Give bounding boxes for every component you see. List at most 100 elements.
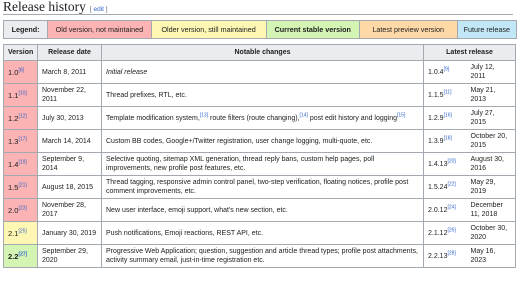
reference-link[interactable]: [11] bbox=[444, 89, 452, 95]
version-cell: 1.3[17] bbox=[3, 129, 38, 153]
section-heading: Release history [ edit ] bbox=[3, 0, 513, 15]
reference-link[interactable]: [20] bbox=[447, 158, 455, 164]
legend-old-version: Old version, not maintained bbox=[47, 20, 152, 39]
latest-release-date-cell: July 27, 2015 bbox=[466, 106, 517, 130]
release-date-cell: July 30, 2013 bbox=[37, 106, 102, 130]
legend-label: Legend: bbox=[2, 20, 49, 39]
latest-version-cell: 1.0.4[9] bbox=[423, 60, 467, 84]
release-date-cell: November 22, 2011 bbox=[37, 83, 102, 107]
latest-version-number: 2.1.12 bbox=[428, 229, 448, 237]
version-cell: 1.2[12] bbox=[3, 106, 38, 130]
latest-version-number: 2.0.12 bbox=[428, 206, 448, 214]
reference-link[interactable]: [17] bbox=[18, 136, 26, 142]
latest-version-number: 1.2.9 bbox=[428, 114, 444, 122]
version-number: 2.1 bbox=[8, 228, 19, 238]
latest-release-date-cell: July 12, 2011 bbox=[466, 60, 517, 84]
changes-text: route filters (route changing), bbox=[208, 114, 300, 122]
table-row: 1.3[17] March 14, 2014 Custom BB codes, Go… bbox=[3, 129, 517, 153]
reference-link[interactable]: [23] bbox=[18, 205, 26, 211]
reference-link[interactable]: [26] bbox=[447, 227, 455, 233]
latest-version-cell: 2.1.12[26] bbox=[423, 221, 467, 245]
changes-text: New user interface, emoji support, what'… bbox=[106, 206, 288, 214]
latest-version-cell: 1.4.13[20] bbox=[423, 152, 467, 176]
reference-link[interactable]: [21] bbox=[18, 182, 26, 188]
notable-changes-cell: Initial release bbox=[101, 60, 424, 84]
table-row: 1.2[12] July 30, 2013 Template modificatio… bbox=[3, 106, 517, 130]
reference-link[interactable]: [15] bbox=[397, 112, 405, 118]
release-history-section: Release history [ edit ] Legend: Old ver… bbox=[0, 0, 517, 300]
reference-link[interactable]: [28] bbox=[447, 250, 455, 256]
release-date-cell: January 30, 2019 bbox=[37, 221, 102, 245]
table-row: 1.5[21] August 18, 2015 Thread tagging, re… bbox=[3, 175, 517, 199]
notable-changes-cell: Custom BB codes, Google+/Twitter registr… bbox=[101, 129, 424, 153]
version-number: 1.3 bbox=[8, 136, 19, 146]
legend-table: Legend: Old version, not maintained Olde… bbox=[2, 20, 517, 39]
header-release-date: Release date bbox=[37, 44, 102, 61]
latest-version-number: 1.3.9 bbox=[428, 137, 444, 145]
table-row: 2.1[25] January 30, 2019 Push notification… bbox=[3, 221, 517, 245]
latest-version-cell: 2.0.12[24] bbox=[423, 198, 467, 222]
latest-version-number: 1.0.4 bbox=[428, 68, 444, 76]
release-date-cell: November 28, 2017 bbox=[37, 198, 102, 222]
changes-text: Thread tagging, responsive admin control… bbox=[106, 179, 409, 195]
version-cell: 1.0[8] bbox=[3, 60, 38, 84]
table-row: 2.2[27] September 29, 2020 Progressive Web… bbox=[3, 244, 517, 268]
version-cell: 2.1[25] bbox=[3, 221, 38, 245]
notable-changes-cell: Progressive Web Application; question, s… bbox=[101, 244, 424, 268]
latest-version-cell: 2.2.13[28] bbox=[423, 244, 467, 268]
reference-link[interactable]: [8] bbox=[18, 67, 24, 73]
latest-version-number: 1.4.13 bbox=[428, 160, 448, 168]
reference-link[interactable]: [22] bbox=[447, 181, 455, 187]
reference-link[interactable]: [14] bbox=[300, 112, 308, 118]
latest-version-cell: 1.1.5[11] bbox=[423, 83, 467, 107]
legend-current-stable: Current stable version bbox=[265, 20, 360, 39]
section-title: Release history bbox=[3, 0, 86, 14]
notable-changes-cell: Push notifications, Emoji reactions, RES… bbox=[101, 221, 424, 245]
version-number: 1.5 bbox=[8, 182, 19, 192]
version-cell: 1.4[19] bbox=[3, 152, 38, 176]
reference-link[interactable]: [12] bbox=[18, 113, 26, 119]
reference-link[interactable]: [13] bbox=[200, 112, 208, 118]
reference-link[interactable]: [16] bbox=[444, 112, 452, 118]
latest-version-cell: 1.2.9[16] bbox=[423, 106, 467, 130]
version-cell: 1.1[10] bbox=[3, 83, 38, 107]
changes-text: Template modification system, bbox=[106, 114, 200, 122]
changes-text: post edit history and logging bbox=[307, 114, 398, 122]
version-number: 1.0 bbox=[8, 67, 19, 77]
reference-link[interactable]: [24] bbox=[447, 204, 455, 210]
version-cell: 2.2[27] bbox=[3, 244, 38, 268]
notable-changes-cell: Thread tagging, responsive admin control… bbox=[101, 175, 424, 199]
reference-link[interactable]: [25] bbox=[18, 228, 26, 234]
notable-changes-cell: Template modification system,[13] route … bbox=[101, 106, 424, 130]
changes-text: Initial release bbox=[106, 68, 148, 76]
latest-release-date-cell: August 30, 2016 bbox=[466, 152, 517, 176]
latest-version-number: 1.5.24 bbox=[428, 183, 448, 191]
notable-changes-cell: Thread prefixes, RTL, etc. bbox=[101, 83, 424, 107]
latest-release-date-cell: October 20, 2015 bbox=[466, 129, 517, 153]
latest-release-date-cell: October 30, 2020 bbox=[466, 221, 517, 245]
reference-link[interactable]: [10] bbox=[18, 90, 26, 96]
header-notable-changes: Notable changes bbox=[101, 44, 424, 61]
latest-version-number: 2.2.13 bbox=[428, 252, 448, 260]
header-version: Version bbox=[3, 44, 38, 61]
release-date-cell: August 18, 2015 bbox=[37, 175, 102, 199]
reference-link[interactable]: [19] bbox=[18, 159, 26, 165]
legend-older-version: Older version, still maintained bbox=[150, 20, 267, 39]
changes-text: Selective quoting, sitemap XML generatio… bbox=[106, 156, 375, 172]
latest-version-number: 1.1.5 bbox=[428, 91, 444, 99]
reference-link[interactable]: [18] bbox=[444, 135, 452, 141]
latest-version-cell: 1.3.9[18] bbox=[423, 129, 467, 153]
notable-changes-cell: New user interface, emoji support, what'… bbox=[101, 198, 424, 222]
reference-link[interactable]: [9] bbox=[444, 66, 450, 72]
release-date-cell: September 29, 2020 bbox=[37, 244, 102, 268]
version-number: 1.4 bbox=[8, 159, 19, 169]
version-number: 1.2 bbox=[8, 113, 19, 123]
edit-section: [ edit ] bbox=[89, 6, 108, 13]
notable-changes-cell: Selective quoting, sitemap XML generatio… bbox=[101, 152, 424, 176]
reference-link[interactable]: [27] bbox=[18, 251, 27, 257]
latest-release-date-cell: December 11, 2018 bbox=[466, 198, 517, 222]
release-date-cell: March 8, 2011 bbox=[37, 60, 102, 84]
edit-link[interactable]: edit bbox=[93, 6, 103, 13]
release-table-body: 1.0[8] March 8, 2011 Initial release 1.0.4[… bbox=[3, 60, 517, 268]
latest-release-date-cell: May 21, 2013 bbox=[466, 83, 517, 107]
